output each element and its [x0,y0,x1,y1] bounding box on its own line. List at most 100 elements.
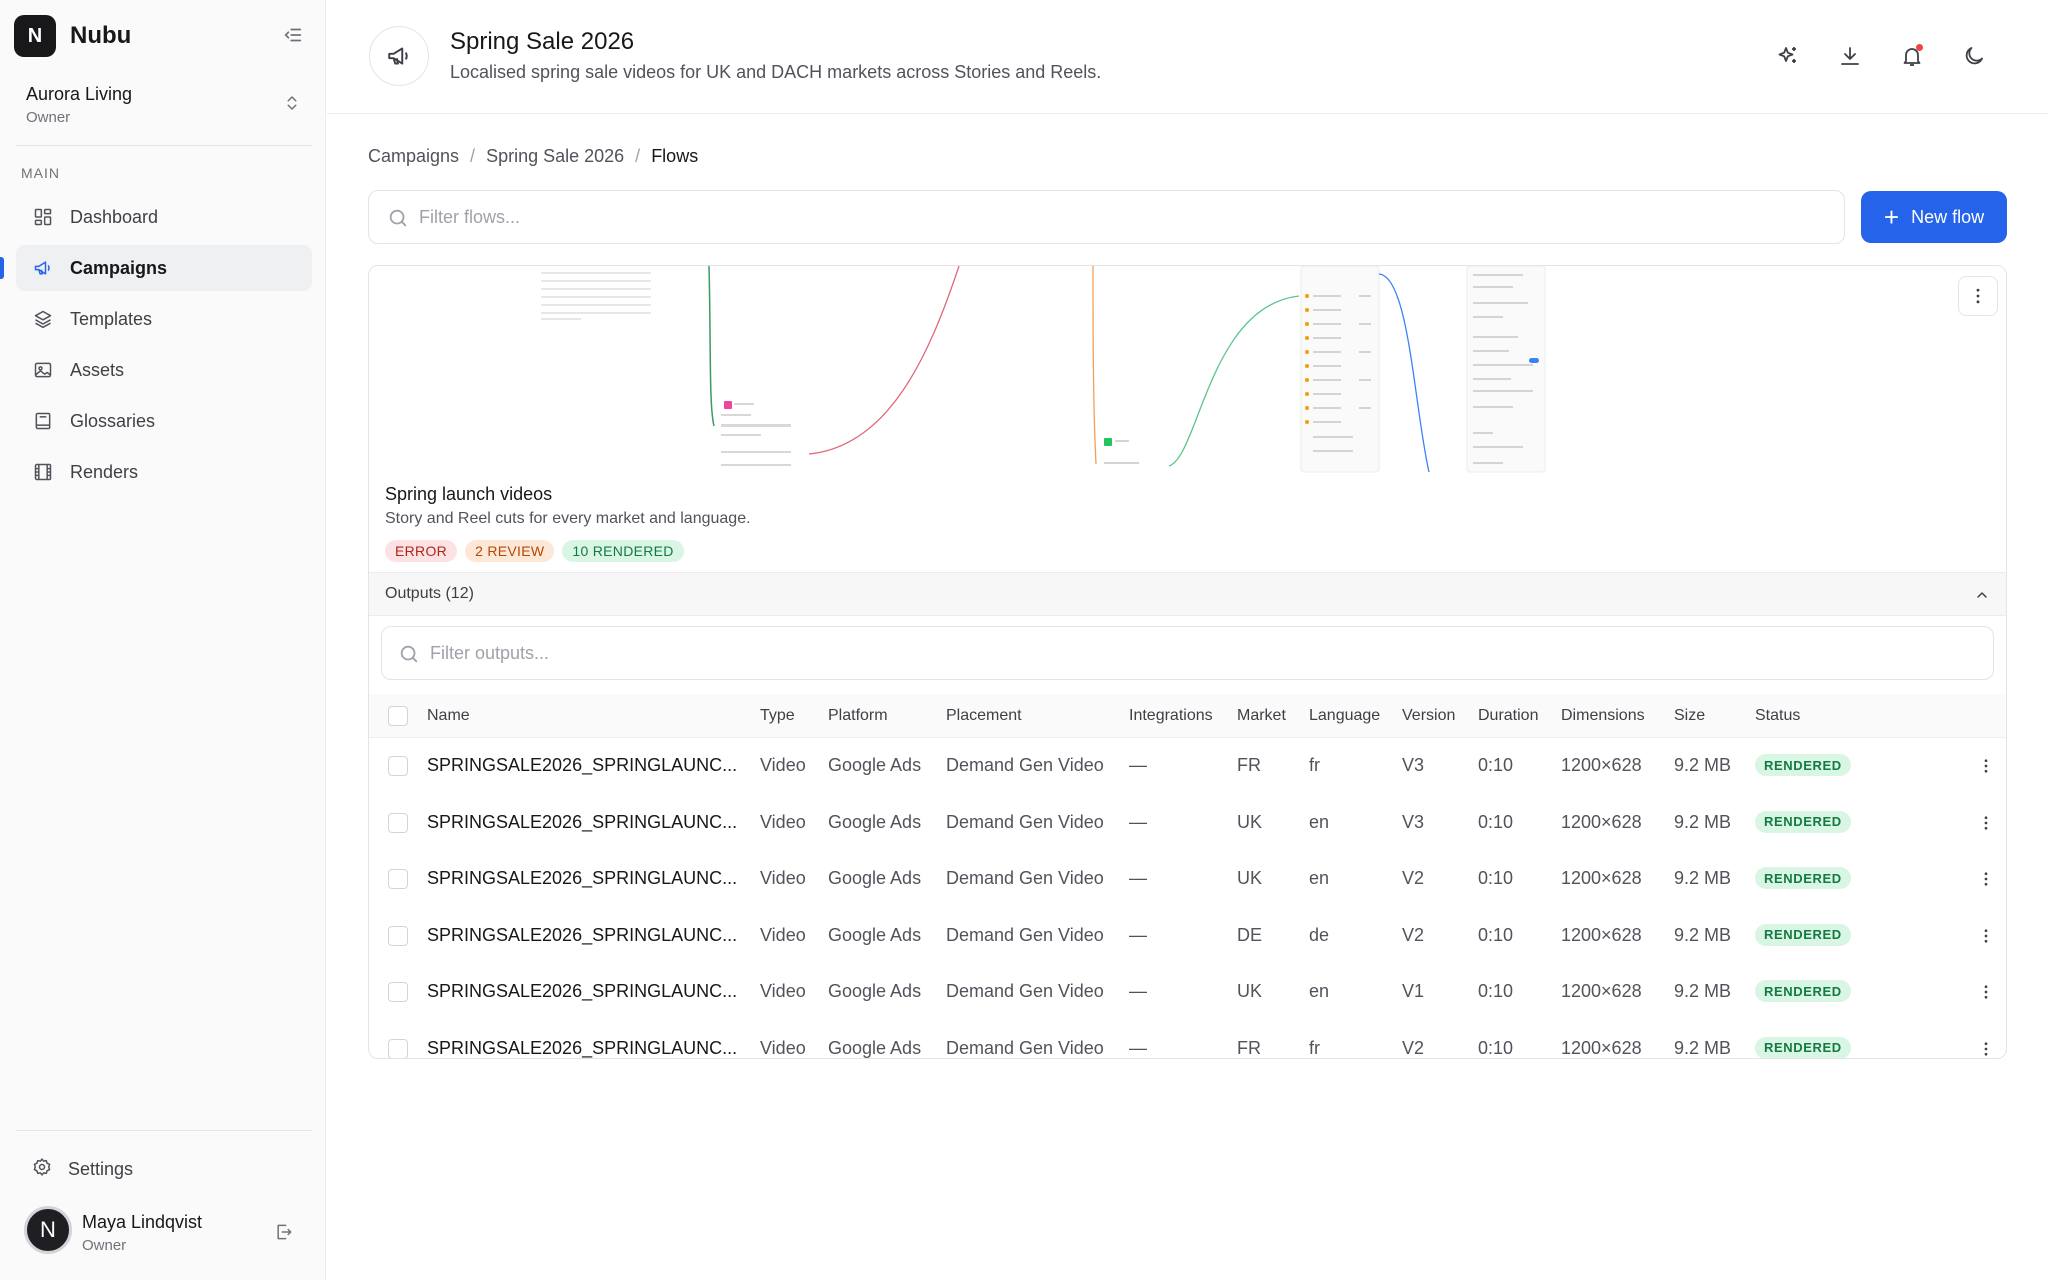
outputs-label: Outputs (12) [385,585,474,602]
cell-name[interactable]: SPRINGSALE2026_SPRINGLAUNC... [427,868,737,889]
column-header-language[interactable]: Language [1309,707,1380,725]
cell-dimensions: 1200×628 [1561,811,1642,832]
cell-dimensions: 1200×628 [1561,924,1642,945]
workspace-switcher[interactable]: Aurora Living Owner [16,76,312,146]
column-header-type[interactable]: Type [760,707,795,725]
row-checkbox[interactable] [388,925,408,946]
flow-preview-thumbnail[interactable] [369,266,2006,474]
breadcrumb-campaign[interactable]: Spring Sale 2026 [486,146,624,167]
moon-icon[interactable] [1958,40,1990,72]
search-icon [387,207,409,234]
workspace-role: Owner [26,109,71,126]
active-indicator [0,257,4,279]
cell-name[interactable]: SPRINGSALE2026_SPRINGLAUNC... [427,755,737,776]
select-all-checkbox[interactable] [388,706,408,726]
chevron-up-icon[interactable] [1970,583,1994,607]
cell-name[interactable]: SPRINGSALE2026_SPRINGLAUNC... [427,812,737,833]
brand[interactable]: N Nubu [14,14,131,58]
row-checkbox[interactable] [388,812,408,833]
table-row[interactable]: SPRINGSALE2026_SPRINGLAUNC... Video Google… [369,964,2006,1021]
cell-dimensions: 1200×628 [1561,1037,1642,1058]
sidebar-item-settings[interactable]: Settings [16,1146,312,1192]
sidebar-item-campaigns[interactable]: Campaigns [0,245,312,291]
user-role: Owner [82,1237,127,1254]
sidebar: N Nubu Aurora Living Owner MAIN Dashboar… [0,0,326,1280]
status-badge: RENDERED [1755,810,1851,833]
nav-section-label: MAIN [21,165,60,181]
column-header-duration[interactable]: Duration [1478,707,1538,725]
cell-dimensions: 1200×628 [1561,981,1642,1001]
table-row[interactable]: SPRINGSALE2026_SPRINGLAUNC... Video Google… [369,1021,2006,1059]
download-icon[interactable] [1834,40,1866,72]
column-header-version[interactable]: Version [1402,707,1455,725]
sidebar-item-dashboard[interactable]: Dashboard [16,194,312,240]
flow-title[interactable]: Spring launch videos [385,484,552,505]
cell-name[interactable]: SPRINGSALE2026_SPRINGLAUNC... [427,925,737,946]
cell-name[interactable]: SPRINGSALE2026_SPRINGLAUNC... [427,1038,737,1059]
cell-version: V2 [1402,1037,1425,1058]
sidebar-item-templates[interactable]: Templates [16,296,312,342]
more-vertical-icon [1976,288,1980,304]
column-header-placement[interactable]: Placement [946,707,1022,725]
table-row[interactable]: SPRINGSALE2026_SPRINGLAUNC... Video Google… [369,795,2006,852]
cell-dimensions: 1200×628 [1561,868,1642,888]
cell-type: Video [760,868,806,888]
flow-menu-button[interactable] [1958,276,1998,316]
breadcrumb-separator: / [635,146,641,166]
table-row[interactable]: SPRINGSALE2026_SPRINGLAUNC... Video Google… [369,738,2006,795]
row-checkbox[interactable] [388,982,408,1002]
sidebar-item-glossaries[interactable]: Glossaries [16,398,312,444]
column-header-dimensions[interactable]: Dimensions [1561,707,1645,725]
sidebar-item-renders[interactable]: Renders [16,449,312,495]
cell-name[interactable]: SPRINGSALE2026_SPRINGLAUNC... [427,981,737,1002]
status-badge-rendered: 10 RENDERED [562,540,684,562]
cell-version: V1 [1402,981,1425,1001]
sparkle-icon[interactable] [1772,40,1804,72]
row-checkbox[interactable] [388,1038,408,1058]
column-header-name[interactable]: Name [427,707,470,725]
cell-language: de [1309,924,1330,945]
logout-icon[interactable] [272,1220,296,1244]
layers-icon [32,308,54,330]
outputs-search-input[interactable] [430,642,1993,664]
cell-size: 9.2 MB [1674,981,1732,1001]
column-header-size[interactable]: Size [1674,707,1705,725]
book-icon [32,410,54,432]
bell-icon[interactable] [1896,40,1928,72]
row-checkbox[interactable] [388,756,408,776]
cell-language: en [1309,811,1330,832]
more-vertical-icon[interactable] [1974,865,1998,893]
more-vertical-icon[interactable] [1974,1035,1998,1059]
collapse-sidebar-icon[interactable] [278,20,308,50]
table-row[interactable]: SPRINGSALE2026_SPRINGLAUNC... Video Google… [369,908,2006,965]
outputs-header[interactable]: Outputs (12) [369,572,2006,616]
cell-platform: Google Ads [828,811,922,832]
cell-placement: Demand Gen Video [946,924,1104,945]
column-header-platform[interactable]: Platform [828,707,888,725]
more-vertical-icon[interactable] [1974,978,1998,1006]
status-badge: RENDERED [1755,1036,1851,1058]
user-profile[interactable]: N Maya Lindqvist Owner [16,1202,312,1264]
cell-type: Video [760,811,806,832]
row-checkbox[interactable] [388,869,408,889]
more-vertical-icon[interactable] [1974,922,1998,950]
more-vertical-icon[interactable] [1974,752,1998,780]
breadcrumb-campaigns[interactable]: Campaigns [368,146,459,167]
flow-status-badges: ERROR 2 REVIEW 10 RENDERED [385,540,684,562]
cell-market: FR [1237,755,1261,775]
sidebar-item-assets[interactable]: Assets [16,347,312,393]
outputs-table: Name Type Platform Placement Integration… [369,694,2006,1059]
table-row[interactable]: SPRINGSALE2026_SPRINGLAUNC... Video Google… [369,851,2006,908]
cell-integrations: — [1129,981,1147,1001]
cell-platform: Google Ads [828,755,922,775]
cell-placement: Demand Gen Video [946,868,1104,888]
cell-integrations: — [1129,755,1147,775]
search-input[interactable] [419,206,1844,228]
more-vertical-icon[interactable] [1974,809,1998,837]
column-header-status[interactable]: Status [1755,707,1800,725]
page-subtitle: Localised spring sale videos for UK and … [450,62,1102,82]
new-flow-button[interactable]: + New flow [1861,191,2007,243]
column-header-market[interactable]: Market [1237,707,1286,725]
column-header-integrations[interactable]: Integrations [1129,707,1213,725]
page-header: Spring Sale 2026 Localised spring sale v… [327,0,2048,114]
